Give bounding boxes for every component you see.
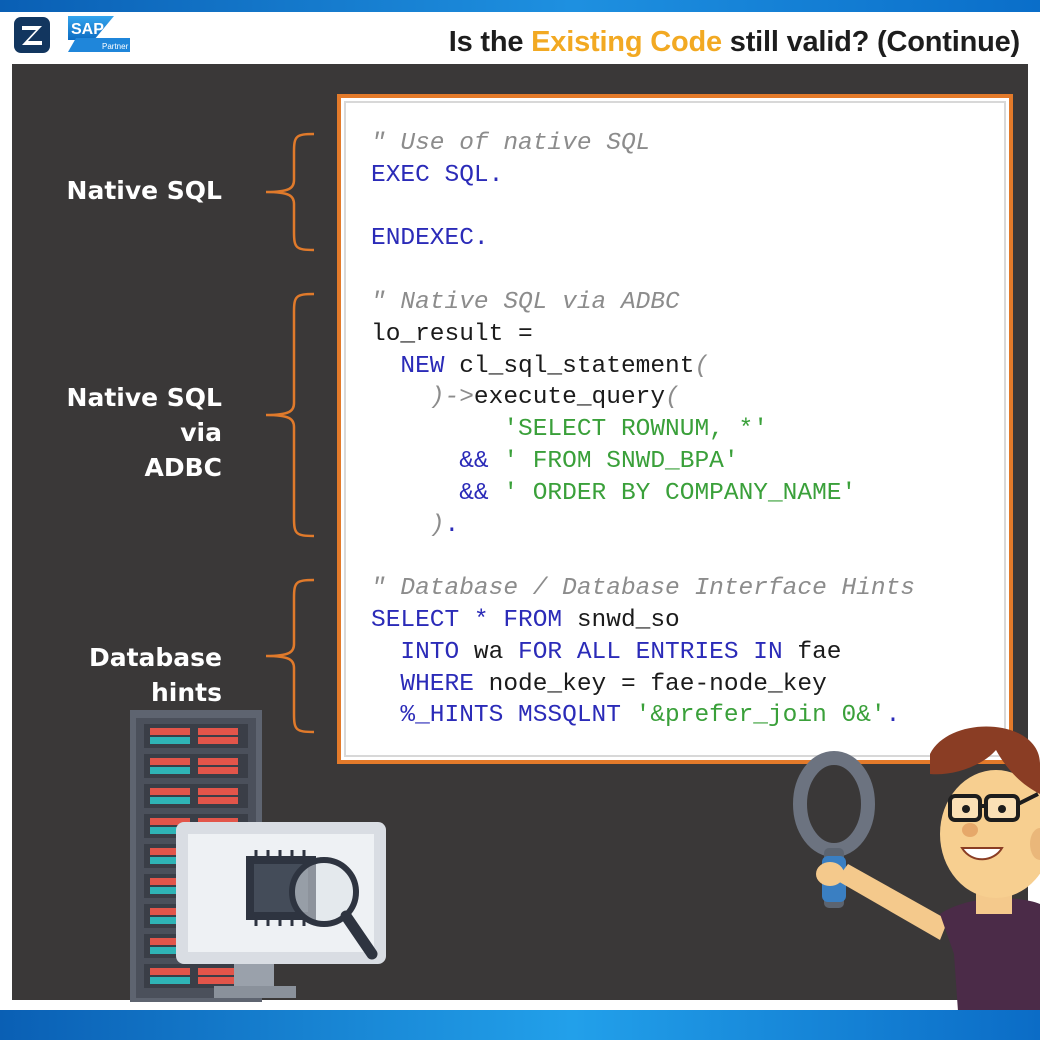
code-line: INTO wa FOR ALL ENTRIES IN fae [371,637,915,669]
code-line: EXEC SQL. [371,160,915,192]
code-token: execute_query [473,384,666,412]
code-token: 'SELECT ROWNUM, *' [371,416,768,444]
code-token: EXEC SQL. [371,161,504,189]
code-line: ENDEXEC. [371,223,915,255]
bracket-native-sql-icon [265,132,315,252]
code-token: %_HINTS MSSQLNT [371,702,636,730]
code-line: ). [371,510,915,542]
svg-text:SAP: SAP [71,21,104,38]
code-line: && ' FROM SNWD_BPA' [371,446,915,478]
code-token: node_key = fae-node_key [488,670,827,698]
page-title: Is the Existing Code still valid? (Conti… [448,26,1020,58]
code-line: NEW cl_sql_statement( [371,351,915,383]
sap-partner-logo-icon: SAP Partner [68,16,130,52]
server-monitor-magnifier-icon [130,710,386,1002]
code-token: lo_result = [371,320,533,348]
svg-text:Partner: Partner [102,42,129,51]
code-token: fae [797,638,842,666]
code-line: " Database / Database Interface Hints [371,573,915,605]
code-line: SELECT * FROM snwd_so [371,605,915,637]
abap-code-block: " Use of native SQL EXEC SQL. ENDEXEC. " … [371,128,915,732]
code-token: NEW [371,352,460,380]
code-token: FOR ALL ENTRIES IN [518,638,798,666]
bottom-accent-bar [0,1010,1040,1040]
code-line: && ' ORDER BY COMPANY_NAME' [371,478,915,510]
z-logo-icon [14,17,50,53]
code-token: ' ORDER BY COMPANY_NAME' [503,479,857,507]
code-token: WHERE [371,670,489,698]
code-line: WHERE node_key = fae-node_key [371,669,915,701]
code-token: ' FROM SNWD_BPA' [503,447,739,475]
title-highlight: Existing Code [531,26,722,58]
top-accent-bar [0,0,1040,12]
bracket-native-sql-adbc-icon [265,292,315,538]
code-token: wa [473,638,519,666]
label-native-sql: Native SQL [66,176,222,205]
code-token: INTO [371,638,474,666]
code-token: ( [694,352,710,380]
developer-with-magnifier-icon [793,726,1040,1040]
code-line: lo_result = [371,319,915,351]
code-token: ) [371,511,445,539]
code-line: " Use of native SQL [371,128,915,160]
code-token: . [444,511,460,539]
code-token: SELECT * FROM [371,606,577,634]
code-token: ( [665,384,680,412]
code-token: " Database / Database Interface Hints [371,575,915,603]
code-line: 'SELECT ROWNUM, *' [371,414,915,446]
code-token: cl_sql_statement [459,352,695,380]
code-token: " Use of native SQL [371,130,651,157]
code-token: && [371,479,504,507]
code-line: )->execute_query( [371,382,915,414]
code-panel: " Use of native SQL EXEC SQL. ENDEXEC. " … [337,94,1013,764]
code-token: )-> [371,384,474,412]
code-line: " Native SQL via ADBC [371,287,915,319]
code-token: snwd_so [576,606,680,634]
label-database-hints: Database hints [88,643,222,707]
label-native-sql-adbc: Native SQL via ADBC [66,383,222,482]
code-token: && [371,447,504,475]
code-token: " Native SQL via ADBC [371,288,680,316]
code-token: ENDEXEC. [371,225,489,253]
